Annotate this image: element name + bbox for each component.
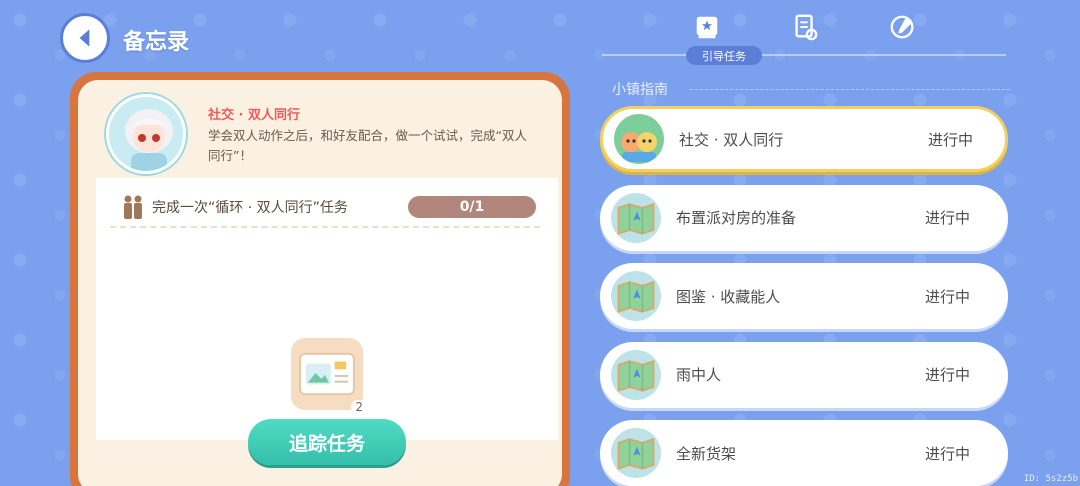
divider xyxy=(110,226,540,228)
map-icon xyxy=(611,192,661,243)
quest-description: 学会双人动作之后，和好友配合，做一个试试，完成“双人同行”！ xyxy=(208,128,527,163)
quest-item-status: 进行中 xyxy=(925,209,971,227)
active-tab-label: 引导任务 xyxy=(686,46,762,65)
back-button[interactable] xyxy=(60,13,110,63)
tab-guide[interactable] xyxy=(690,10,724,44)
quest-goal-area: 完成一次“循环 · 双人同行”任务 0/1 2 xyxy=(96,178,558,440)
goal-text: 完成一次“循环 · 双人同行”任务 xyxy=(152,200,348,216)
quest-item-status: 进行中 xyxy=(928,130,974,149)
quest-list: 社交 · 双人同行 进行中 布置派对房的准备 进行中 图鉴 · 收藏能人 进行中 xyxy=(600,106,1012,486)
postcard-icon xyxy=(299,352,355,396)
quest-title: 社交 · 双人同行 xyxy=(208,108,300,123)
edit-note-icon xyxy=(890,15,914,39)
quest-item-name: 全新货架 xyxy=(676,444,737,463)
quest-item-name: 社交 · 双人同行 xyxy=(679,130,784,149)
track-quest-button[interactable]: 追踪任务 xyxy=(248,419,406,465)
user-id-label: ID: 5s2z5b xyxy=(1023,474,1078,484)
map-icon xyxy=(611,428,661,478)
back-arrow-icon xyxy=(79,29,90,47)
tab-notes[interactable] xyxy=(886,10,920,44)
quest-item-rain[interactable]: 雨中人 进行中 xyxy=(600,341,1008,408)
friends-icon xyxy=(614,114,664,164)
quest-detail-card: 社交 · 双人同行 学会双人动作之后，和好友配合，做一个试试，完成“双人同行”！… xyxy=(78,80,562,486)
reward-count: 2 xyxy=(351,400,367,414)
section-divider xyxy=(690,89,1010,90)
quest-item-status: 进行中 xyxy=(925,444,971,463)
goal-row: 完成一次“循环 · 双人同行”任务 0/1 xyxy=(118,192,538,222)
two-people-icon xyxy=(124,195,142,219)
quest-item-name: 图鉴 · 收藏能人 xyxy=(676,287,781,306)
quest-item-shelf[interactable]: 全新货架 进行中 xyxy=(600,420,1008,486)
quest-item-name: 布置派对房的准备 xyxy=(676,209,797,227)
tab-tasks[interactable] xyxy=(788,10,822,44)
page-title: 备忘录 xyxy=(123,30,190,55)
section-title: 小镇指南 xyxy=(612,82,668,98)
quest-item-social[interactable]: 社交 · 双人同行 进行中 xyxy=(600,106,1008,172)
quest-item-status: 进行中 xyxy=(925,287,971,306)
quest-item-collection[interactable]: 图鉴 · 收藏能人 进行中 xyxy=(600,263,1008,329)
task-list-icon xyxy=(795,14,818,41)
tab-bar xyxy=(690,10,920,50)
map-icon xyxy=(611,271,661,321)
map-icon xyxy=(611,349,661,400)
quest-item-name: 雨中人 xyxy=(676,366,722,384)
reward-item[interactable]: 2 xyxy=(291,338,367,414)
quest-detail-panel: 社交 · 双人同行 学会双人动作之后，和好友配合，做一个试试，完成“双人同行”！… xyxy=(70,72,570,486)
guide-book-icon xyxy=(696,16,718,39)
quest-item-status: 进行中 xyxy=(925,366,971,384)
tab-underline xyxy=(602,54,1006,56)
quest-item-party-room[interactable]: 布置派对房的准备 进行中 xyxy=(600,184,1008,251)
goal-progress: 0/1 xyxy=(408,196,536,218)
avatar xyxy=(106,94,186,174)
